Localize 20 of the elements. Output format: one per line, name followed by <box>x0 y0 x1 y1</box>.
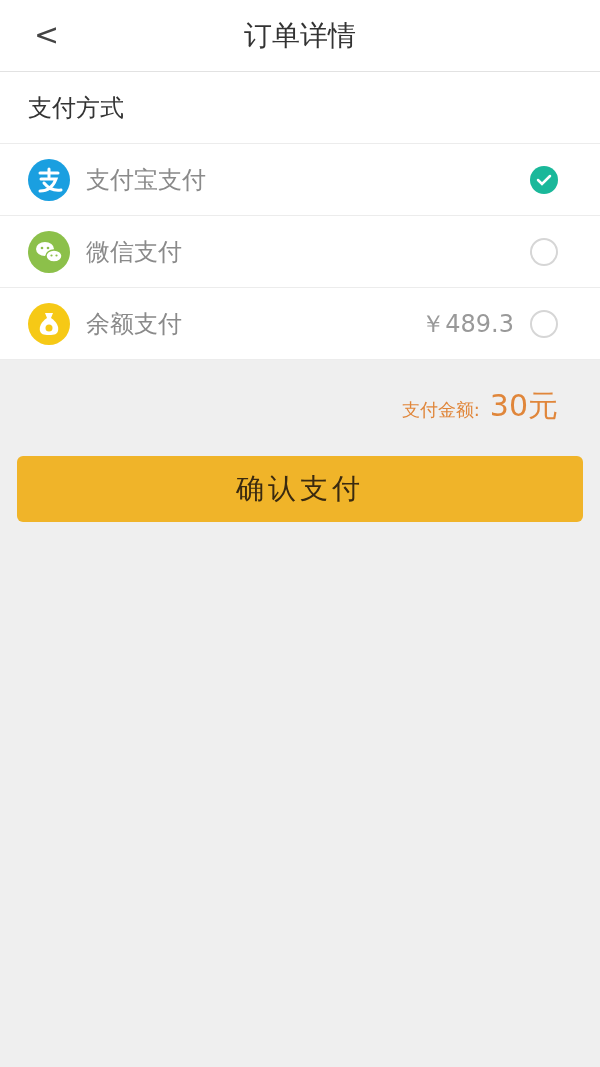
payment-label: 余额支付 <box>86 308 183 340</box>
radio-button[interactable] <box>530 309 558 338</box>
radio-button[interactable] <box>530 237 558 266</box>
page-title: 订单详情 <box>244 17 356 54</box>
payment-label: 支付宝支付 <box>86 164 207 196</box>
check-icon <box>536 173 552 186</box>
payment-option[interactable]: 微信支付 <box>0 216 600 288</box>
confirm-payment-button[interactable]: 确认支付 <box>17 456 583 522</box>
payment-option[interactable]: 余额支付 ￥489.3 <box>0 288 600 360</box>
amount-value: 30元 <box>489 387 558 425</box>
chat-bubbles-icon <box>28 230 70 273</box>
radio-button[interactable] <box>530 165 558 194</box>
amount-label: 支付金额: <box>401 398 480 422</box>
section-title: 支付方式 <box>28 92 124 124</box>
back-button[interactable]: < <box>28 18 66 52</box>
alipay-icon <box>28 158 70 201</box>
payment-option[interactable]: 支付宝支付 <box>0 144 600 216</box>
money-bag-icon <box>28 302 70 345</box>
balance-amount: ￥489.3 <box>421 308 514 340</box>
payment-label: 微信支付 <box>86 236 183 268</box>
